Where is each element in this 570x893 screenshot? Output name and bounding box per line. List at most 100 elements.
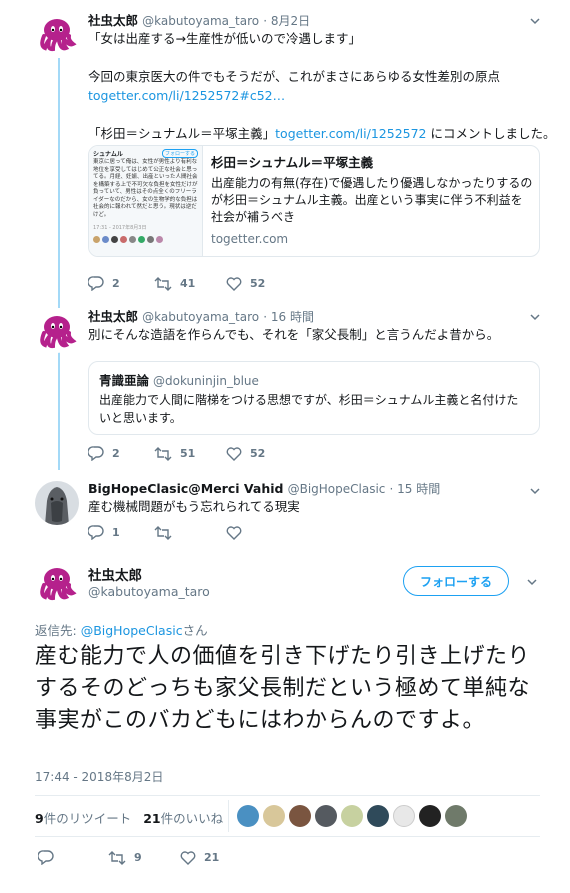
reply-button[interactable] [38, 850, 108, 865]
reply-icon [88, 276, 104, 291]
retweet-icon [154, 525, 172, 540]
liker-avatars [237, 805, 471, 827]
reply-icon [38, 850, 54, 865]
reply-suffix: さん [182, 623, 208, 638]
like-button[interactable] [226, 525, 250, 540]
divider [35, 836, 540, 837]
liker-avatar[interactable] [393, 805, 415, 827]
octopus-avatar[interactable] [35, 12, 79, 56]
author-name[interactable]: 社虫太郎 [88, 564, 142, 584]
chevron-down-icon[interactable] [529, 485, 541, 497]
tweet-link[interactable]: togetter.com/li/1252572 [275, 126, 426, 141]
thumb-title: シュナムル [93, 151, 123, 158]
reply-icon [88, 446, 104, 461]
like-count: 21 [204, 851, 220, 864]
thread-line [58, 58, 60, 308]
octopus-avatar[interactable] [35, 561, 79, 605]
retweet-button[interactable] [154, 525, 226, 540]
tweet-text-line: 「杉田＝シュナムル＝平塚主義」 [88, 126, 276, 141]
reply-button[interactable]: 2 [88, 446, 154, 461]
follow-button[interactable]: フォローする [403, 566, 509, 596]
retweet-button[interactable]: 41 [154, 276, 226, 291]
retweet-count: 9 [134, 851, 142, 864]
like-stat-count: 21 [143, 811, 161, 826]
horse-avatar[interactable] [35, 481, 79, 525]
quote-author-handle: @dokuninjin_blue [153, 374, 259, 388]
chevron-down-icon[interactable] [529, 15, 541, 27]
card-description: 出産能力の有無(存在)で優遇したり優遇しなかったりするのが杉田＝シュナムル主義。… [211, 176, 533, 224]
like-button[interactable]: 21 [180, 850, 220, 865]
link-card[interactable]: シュナムル フォローする 東京に居って俺は、女性が男性より有利な地位を享受しては… [88, 145, 540, 257]
card-domain: togetter.com [211, 232, 289, 246]
reply-icon [88, 525, 104, 540]
tweet-text: 別にそんな造語を作らんでも、それを「家父長制」と言うんだよ昔から。 [88, 327, 500, 342]
liker-avatar[interactable] [315, 805, 337, 827]
divider [35, 795, 540, 796]
octopus-avatar[interactable] [35, 309, 79, 353]
retweet-icon [108, 850, 126, 865]
like-button[interactable]: 52 [226, 276, 266, 291]
tweet-time[interactable]: · 8月2日 [263, 14, 310, 28]
like-icon [180, 850, 196, 865]
retweet-stat-count: 9 [35, 811, 44, 826]
thumb-avatars [93, 236, 163, 243]
divider [228, 800, 229, 832]
card-title: 杉田＝シュナムル＝平塚主義 [211, 155, 374, 170]
like-count: 52 [250, 447, 266, 460]
retweet-icon [154, 276, 172, 291]
quote-author-name: 青識亜論 [99, 373, 150, 388]
reply-count: 2 [112, 447, 120, 460]
reply-button[interactable]: 1 [88, 525, 154, 540]
like-icon [226, 276, 242, 291]
tweet-time[interactable]: · 16 時間 [263, 310, 314, 324]
like-stat-label: 件のいいね [160, 811, 224, 826]
tweet-text: 産む機械問題がもう忘れられてる現実 [88, 499, 300, 514]
author-handle[interactable]: @BigHopeClasic [288, 482, 386, 496]
quote-text: 出産能力で人間に階梯をつける思想ですが、杉田＝シュナムル主義と名付けたいと思いま… [99, 393, 519, 425]
like-count: 52 [250, 277, 266, 290]
liker-avatar[interactable] [367, 805, 389, 827]
tweet-timestamp[interactable]: 17:44 - 2018年8月2日 [35, 768, 163, 785]
card-thumbnail: シュナムル フォローする 東京に居って俺は、女性が男性より有利な地位を享受しては… [89, 146, 203, 256]
tweet-link[interactable]: togetter.com/li/1252572#c52… [88, 88, 285, 103]
thread-line [58, 346, 60, 470]
reply-prefix: 返信先: [35, 623, 81, 638]
liker-avatar[interactable] [341, 805, 363, 827]
author-handle[interactable]: @kabutoyama_taro [142, 310, 259, 324]
retweet-button[interactable]: 51 [154, 446, 226, 461]
thumb-text: 東京に居って俺は、女性が男性より有利な地位を享受してはじめて公正な社会と思ってる… [93, 159, 198, 218]
quoted-tweet[interactable]: 青識亜論 @dokuninjin_blue 出産能力で人間に階梯をつける思想です… [88, 361, 540, 435]
like-icon [226, 525, 242, 540]
liker-avatar[interactable] [237, 805, 259, 827]
chevron-down-icon[interactable] [526, 576, 538, 588]
liker-avatar[interactable] [419, 805, 441, 827]
reply-button[interactable]: 2 [88, 276, 154, 291]
chevron-down-icon[interactable] [529, 311, 541, 323]
reply-context: 返信先: @BigHopeClasicさん [35, 620, 208, 639]
tweet-text-line: にコメントしました。 [426, 126, 556, 141]
author-name[interactable]: BigHopeClasic@Merci Vahid [88, 481, 283, 496]
author-name[interactable]: 社虫太郎 [88, 309, 138, 324]
tweet-text-line: 「女は出産する→生産性が低いので冷遇します」 [88, 31, 361, 46]
like-button[interactable]: 52 [226, 446, 266, 461]
retweet-icon [154, 446, 172, 461]
like-icon [226, 446, 242, 461]
retweet-count: 41 [180, 277, 196, 290]
liker-avatar[interactable] [263, 805, 285, 827]
reply-count: 1 [112, 526, 120, 539]
tweet-time[interactable]: · 15 時間 [390, 482, 441, 496]
author-handle[interactable]: @kabutoyama_taro [88, 584, 210, 599]
like-stat[interactable]: 21件のいいね [143, 811, 223, 826]
author-name[interactable]: 社虫太郎 [88, 13, 138, 28]
author-handle[interactable]: @kabutoyama_taro [142, 14, 259, 28]
liker-avatar[interactable] [289, 805, 311, 827]
reply-to-link[interactable]: @BigHopeClasic [81, 623, 183, 638]
retweet-button[interactable]: 9 [108, 850, 180, 865]
thumb-follow: フォローする [161, 149, 198, 158]
main-tweet-text: 産む能力で人の価値を引き下げたり引き上げたりするそのどっちも家父長制だという極め… [35, 644, 531, 733]
retweet-stat-label: 件のリツイート [43, 811, 132, 826]
tweet-text-line: 今回の東京医大の件でもそうだが、これがまさにあらゆる女性差別の原点 [88, 69, 501, 84]
retweet-stat[interactable]: 9件のリツイート [35, 811, 131, 826]
reply-count: 2 [112, 277, 120, 290]
liker-avatar[interactable] [445, 805, 467, 827]
